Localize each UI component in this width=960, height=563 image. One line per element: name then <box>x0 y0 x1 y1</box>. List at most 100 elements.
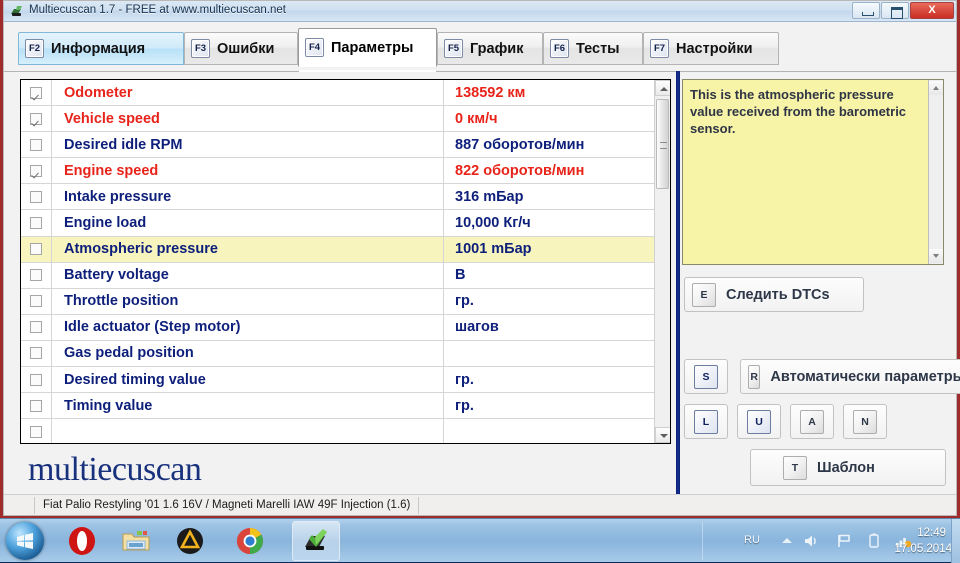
table-row[interactable]: Desired timing valueгр. <box>21 367 670 393</box>
row-checkbox[interactable] <box>30 295 42 307</box>
row-checkbox-cell[interactable] <box>21 158 52 183</box>
row-checkbox-cell[interactable] <box>21 106 52 131</box>
tray-language-indicator[interactable]: RU <box>744 534 760 546</box>
row-checkbox[interactable] <box>30 400 42 412</box>
parameter-list-scrollbar[interactable] <box>654 80 670 443</box>
row-checkbox[interactable] <box>30 139 42 151</box>
row-checkbox-cell[interactable] <box>21 341 52 366</box>
chrome-icon[interactable] <box>234 525 266 557</box>
row-checkbox[interactable] <box>30 426 42 438</box>
status-bar: Fiat Palio Restyling '01 1.6 16V / Magne… <box>4 494 956 515</box>
row-checkbox[interactable] <box>30 217 42 229</box>
row-checkbox[interactable] <box>30 191 42 203</box>
window-title: Multiecuscan 1.7 - FREE at www.multiecus… <box>29 4 286 16</box>
minimize-button[interactable] <box>852 2 880 19</box>
table-row[interactable]: Battery voltageВ <box>21 263 670 289</box>
select-all-button[interactable]: A <box>790 404 834 439</box>
taskbar-item-multiecuscan[interactable] <box>292 521 340 561</box>
help-scrollbar[interactable] <box>928 80 943 264</box>
row-checkbox-cell[interactable] <box>21 367 52 392</box>
title-bar[interactable]: Multiecuscan 1.7 - FREE at www.multiecus… <box>4 1 956 22</box>
tab-informaciya[interactable]: F2 Информация <box>18 32 184 65</box>
close-icon: X <box>911 4 953 16</box>
opera-icon[interactable] <box>66 525 98 557</box>
row-checkbox[interactable] <box>30 243 42 255</box>
row-checkbox[interactable] <box>30 347 42 359</box>
parameter-name: Atmospheric pressure <box>52 237 444 262</box>
volume-icon[interactable] <box>802 532 820 550</box>
panel-divider[interactable] <box>676 71 680 499</box>
help-scroll-up-icon[interactable] <box>929 81 943 95</box>
parameter-name: Desired idle RPM <box>52 132 444 157</box>
parameter-name: Engine speed <box>52 158 444 183</box>
row-checkbox-cell[interactable] <box>21 210 52 235</box>
table-row[interactable]: Idle actuator (Step motor)шагов <box>21 315 670 341</box>
close-button[interactable]: X <box>910 2 954 19</box>
parameter-name: Throttle position <box>52 289 444 314</box>
row-checkbox-cell[interactable] <box>21 132 52 157</box>
row-checkbox-cell[interactable] <box>21 289 52 314</box>
taskbar-clock-date[interactable]: 17.05.2014 <box>894 543 952 555</box>
row-checkbox-cell[interactable] <box>21 263 52 288</box>
follow-dtcs-label: Следить DTCs <box>726 287 830 303</box>
amd-icon[interactable] <box>174 525 206 557</box>
start-button[interactable] <box>6 522 44 560</box>
scroll-down-arrow-icon[interactable] <box>655 427 671 443</box>
auto-parameters-button[interactable]: R Автоматически параметры <box>740 359 960 394</box>
row-checkbox[interactable] <box>30 374 42 386</box>
explorer-icon[interactable] <box>120 525 152 557</box>
tab-oshibki[interactable]: F3 Ошибки <box>184 32 298 65</box>
table-row[interactable] <box>21 419 670 444</box>
template-button[interactable]: T Шаблон <box>750 449 946 486</box>
table-row[interactable]: Engine load10,000 Кг/ч <box>21 210 670 236</box>
row-checkbox-cell[interactable] <box>21 393 52 418</box>
brand-logo: multiecuscan <box>28 451 201 489</box>
tab-parametry[interactable]: F4 Параметры <box>298 28 437 67</box>
row-checkbox[interactable] <box>30 321 42 333</box>
start-button[interactable]: S <box>684 359 728 394</box>
show-hidden-icons-arrow-icon[interactable] <box>782 538 792 543</box>
load-button[interactable]: L <box>684 404 728 439</box>
table-row[interactable]: Engine speed822 оборотов/мин <box>21 158 670 184</box>
row-checkbox-cell[interactable] <box>21 419 52 444</box>
show-desktop-button[interactable] <box>951 519 960 563</box>
row-checkbox-cell[interactable] <box>21 184 52 209</box>
parameter-list[interactable]: Odometer138592 кмVehicle speed0 км/чDesi… <box>20 79 671 444</box>
parameter-name: Vehicle speed <box>52 106 444 131</box>
table-row[interactable]: Vehicle speed0 км/ч <box>21 106 670 132</box>
table-row[interactable]: Odometer138592 км <box>21 80 670 106</box>
tab-grafik[interactable]: F5 График <box>437 32 543 65</box>
parameter-value: шагов <box>444 315 670 340</box>
template-label: Шаблон <box>817 460 875 476</box>
row-checkbox[interactable] <box>30 269 42 281</box>
table-row[interactable]: Throttle positionгр. <box>21 289 670 315</box>
taskbar-clock-time[interactable]: 12:49 <box>917 527 946 539</box>
row-checkbox[interactable] <box>30 87 42 99</box>
select-none-button[interactable]: N <box>843 404 887 439</box>
scrollbar-thumb[interactable] <box>656 99 669 189</box>
parameter-name: Gas pedal position <box>52 341 444 366</box>
table-row[interactable]: Timing valueгр. <box>21 393 670 419</box>
row-checkbox-cell[interactable] <box>21 237 52 262</box>
row-checkbox[interactable] <box>30 165 42 177</box>
scroll-up-arrow-icon[interactable] <box>655 80 671 96</box>
tab-testy[interactable]: F6 Тесты <box>543 32 643 65</box>
table-row[interactable]: Intake pressure316 mБар <box>21 184 670 210</box>
battery-icon[interactable] <box>865 532 883 550</box>
table-row[interactable]: Desired idle RPM887 оборотов/мин <box>21 132 670 158</box>
help-scroll-down-icon[interactable] <box>929 249 943 263</box>
tab-nastroyki[interactable]: F7 Настройки <box>643 32 779 65</box>
table-row[interactable]: Gas pedal position <box>21 341 670 367</box>
fkey-f7-icon: F7 <box>650 39 669 58</box>
row-checkbox-cell[interactable] <box>21 315 52 340</box>
maximize-button[interactable] <box>881 2 909 19</box>
table-row[interactable]: Atmospheric pressure1001 mБар <box>21 237 670 263</box>
network-flag-icon[interactable] <box>835 532 853 550</box>
unload-button[interactable]: U <box>737 404 781 439</box>
windows-taskbar: RU <box>0 518 960 562</box>
follow-dtcs-button[interactable]: E Следить DTCs <box>684 277 864 312</box>
row-checkbox-cell[interactable] <box>21 80 52 105</box>
row-checkbox[interactable] <box>30 113 42 125</box>
parameter-value: 138592 км <box>444 80 670 105</box>
tab-label-grafik: График <box>470 41 523 57</box>
